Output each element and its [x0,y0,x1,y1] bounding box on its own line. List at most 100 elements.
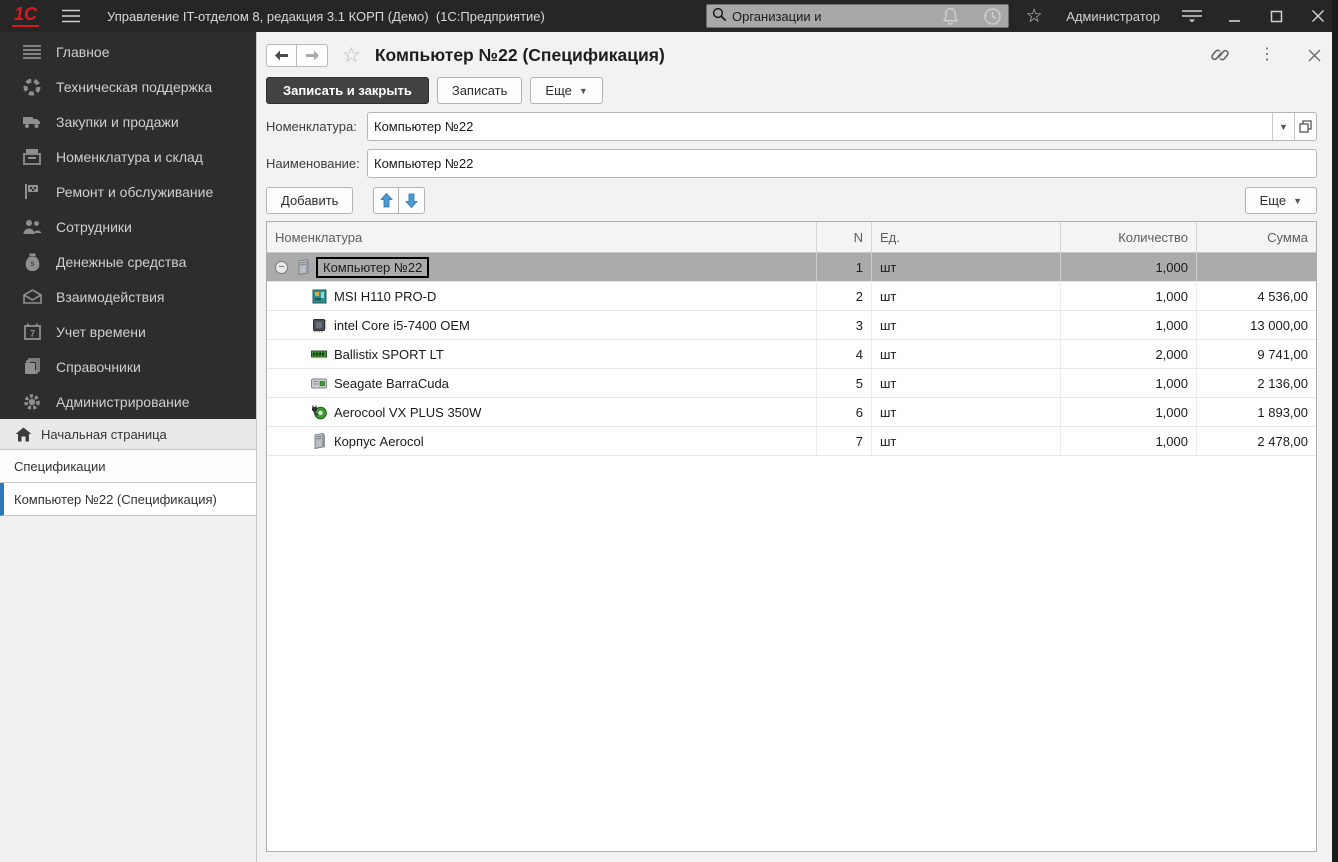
sidebar-item-truck[interactable]: Закупки и продажи [0,104,256,139]
tab-active-window[interactable]: Компьютер №22 (Спецификация) [0,483,256,516]
cell-unit: шт [872,398,1061,426]
collapse-expander-icon[interactable]: − [275,260,288,274]
nomenclature-field[interactable]: ▼ [367,112,1317,141]
back-button[interactable] [266,43,297,67]
sidebar-item-label: Администрирование [56,393,190,410]
current-user[interactable]: Администратор [1066,9,1160,24]
table-row[interactable]: MSI H110 PRO-D 2 шт 1,000 4 536,00 [267,282,1316,311]
column-header-unit[interactable]: Ед. [872,222,1061,252]
books-icon [22,357,42,377]
sidebar-item-support[interactable]: Техническая поддержка [0,69,256,104]
cell-qty: 2,000 [1061,340,1197,368]
sidebar-item-label: Денежные средства [56,253,187,270]
nomenclature-open-icon[interactable] [1294,113,1316,140]
favorites-star-icon[interactable]: ☆ [1024,6,1044,26]
support-icon [22,77,42,97]
cell-unit: шт [872,311,1061,339]
sidebar-item-warehouse[interactable]: Номенклатура и склад [0,139,256,174]
sidebar-item-label: Номенклатура и склад [56,148,203,165]
sidebar-item-label: Главное [56,43,110,60]
cell-n: 4 [817,340,872,368]
sidebar-item-label: Взаимодействия [56,288,165,305]
save-and-close-button[interactable]: Записать и закрыть [266,77,429,104]
sidebar-item-label: Техническая поддержка [56,78,213,95]
sidebar-item-label: Справочники [56,358,141,375]
name-input[interactable] [368,150,1316,177]
search-value: Организации и [732,8,822,24]
sidebar-item-gear[interactable]: Администрирование [0,384,256,419]
column-header-qty[interactable]: Количество [1061,222,1197,252]
sidebar-item-calendar[interactable]: 7 Учет времени [0,314,256,349]
column-header-nomenclature[interactable]: Номенклатура [267,222,817,252]
home-icon [14,425,32,443]
service-menu-icon[interactable] [1182,6,1202,26]
maximize-button[interactable] [1266,6,1286,26]
add-to-favorites-star-icon[interactable]: ☆ [342,43,361,68]
table-row[interactable]: intel Core i5-7400 OEM 3 шт 1,000 13 000… [267,311,1316,340]
menu-lines-icon [22,42,42,62]
cell-n: 3 [817,311,872,339]
get-link-icon[interactable] [1210,45,1230,65]
table-row[interactable]: Seagate BarraCuda 5 шт 1,000 2 136,00 [267,369,1316,398]
sidebar-item-employees[interactable]: Сотрудники [0,209,256,244]
cell-n: 6 [817,398,872,426]
add-row-button[interactable]: Добавить [266,187,354,214]
table-row[interactable]: Ballistix SPORT LT 4 шт 2,000 9 741,00 [267,340,1316,369]
svg-text:s: s [30,259,34,268]
sidebar-item-mail[interactable]: Взаимодействия [0,279,256,314]
main-menu-icon[interactable] [61,6,81,26]
repair-icon [22,182,42,202]
sidebar-item-label: Сотрудники [56,218,132,235]
column-header-n[interactable]: N [817,222,872,252]
table-empty-area [267,456,1316,851]
hdd-icon [311,375,327,391]
psu-icon [311,404,327,420]
nomenclature-dropdown-icon[interactable]: ▼ [1272,113,1294,140]
table-row[interactable]: Корпус Aerocol 7 шт 1,000 2 478,00 [267,427,1316,456]
more-actions-icon[interactable]: ⋮ [1257,45,1277,65]
sidebar-item-repair[interactable]: Ремонт и обслуживание [0,174,256,209]
sidebar-item-menu-lines[interactable]: Главное [0,34,256,69]
cell-qty: 1,000 [1061,282,1197,310]
form-window: ☆ Компьютер №22 (Спецификация) ⋮ Записат… [257,32,1338,862]
cell-qty: 1,000 [1061,427,1197,455]
search-icon [712,7,727,25]
table-row[interactable]: Aerocool VX PLUS 350W 6 шт 1,000 1 893,0… [267,398,1316,427]
sidebar-sections: Главное Техническая поддержка Закупки и пр… [0,32,256,419]
nomenclature-input[interactable] [368,113,1272,140]
forward-button[interactable] [297,43,328,67]
more-button-top[interactable]: Еще ▼ [530,77,603,104]
tab-home-page[interactable]: Начальная страница [0,419,256,450]
close-window-button[interactable] [1308,6,1328,26]
history-icon[interactable] [982,6,1002,26]
pc-case-icon [311,433,327,449]
chevron-down-icon: ▼ [1293,195,1302,206]
close-form-button[interactable] [1304,45,1324,65]
table-header[interactable]: Номенклатура N Ед. Количество Сумма [267,222,1316,253]
cell-n: 2 [817,282,872,310]
sidebar-item-money[interactable]: s Денежные средства [0,244,256,279]
cpu-icon [311,317,327,333]
employees-icon [22,217,42,237]
table-row[interactable]: − Компьютер №22 1 шт 1,000 [267,253,1316,282]
chevron-down-icon: ▼ [578,85,588,96]
cell-n: 1 [817,253,872,281]
window-right-edge [1332,0,1338,862]
tab-label: Компьютер №22 (Спецификация) [14,491,217,507]
name-field[interactable] [367,149,1317,178]
cell-qty: 1,000 [1061,398,1197,426]
more-button-table[interactable]: Еще ▼ [1244,187,1317,214]
sidebar: Главное Техническая поддержка Закупки и пр… [0,32,257,862]
notifications-bell-icon[interactable] [940,6,960,26]
move-up-button[interactable] [373,187,400,214]
cell-n: 7 [817,427,872,455]
tab-window[interactable]: Спецификации [0,450,256,483]
save-button[interactable]: Записать [436,77,523,104]
move-down-button[interactable] [399,187,426,214]
column-header-sum[interactable]: Сумма [1197,222,1316,252]
ram-icon [311,346,327,362]
minimize-button[interactable] [1224,6,1244,26]
sidebar-item-books[interactable]: Справочники [0,349,256,384]
cell-unit: шт [872,427,1061,455]
cell-qty: 1,000 [1061,311,1197,339]
